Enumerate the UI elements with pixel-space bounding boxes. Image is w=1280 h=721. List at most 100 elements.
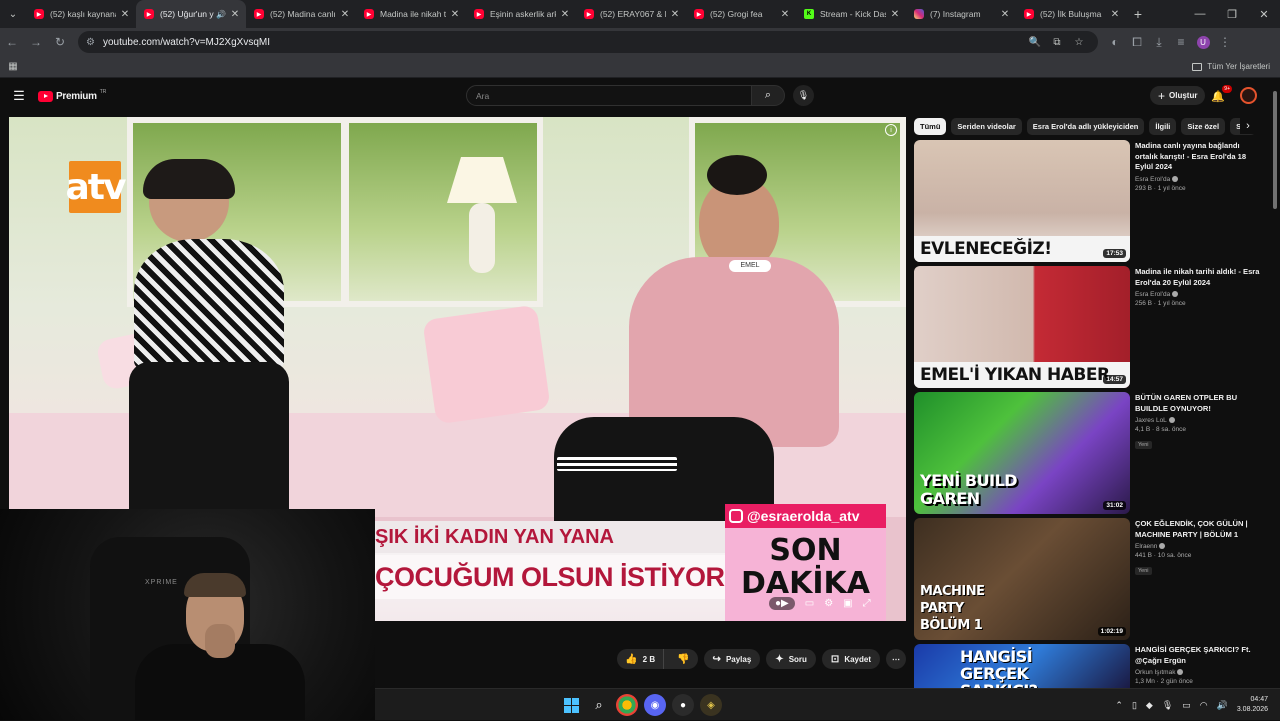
battery-icon[interactable]: ▯ <box>1132 700 1137 711</box>
tray-chevron-up-icon[interactable]: ⌃ <box>1115 700 1123 711</box>
bookmark-star-icon[interactable]: ☆ <box>1068 37 1090 48</box>
close-window-icon[interactable]: ✕ <box>1248 8 1280 21</box>
video-thumbnail[interactable]: YENİ BUILD GAREN 31:02 <box>914 392 1130 514</box>
browser-tab[interactable]: ▶ (52) Madina canlı ✕ <box>246 0 356 28</box>
channel-row[interactable]: Jaxres LoL <box>1135 417 1260 424</box>
close-tab-icon[interactable]: ✕ <box>230 9 240 20</box>
taskbar-clock[interactable]: 04:47 3.08.2026 <box>1237 695 1268 715</box>
extension-icon[interactable]: ◐ <box>1104 30 1126 54</box>
recommended-video[interactable]: EVLENECEĞİZ! 17:53 Madina canlı yayına b… <box>914 140 1260 262</box>
install-app-icon[interactable]: ⧉ <box>1046 37 1068 48</box>
recommended-video[interactable]: YENİ BUILD GAREN 31:02 BÜTÜN GAREN OTPLE… <box>914 392 1260 514</box>
miniplayer-icon[interactable]: ▣ <box>843 598 852 609</box>
extensions-puzzle-icon[interactable]: ⧠ <box>1126 30 1148 54</box>
video-title[interactable]: BÜTÜN GAREN OTPLER BU BUILDLE OYNUYOR! <box>1135 393 1260 414</box>
browser-tab[interactable]: ▶ (52) ERAY067 & M ✕ <box>576 0 686 28</box>
chevron-right-icon[interactable]: › <box>1240 117 1256 134</box>
search-input[interactable] <box>476 90 751 101</box>
restore-icon[interactable]: ❐ <box>1216 8 1248 21</box>
video-thumbnail[interactable]: MACHINE PARTY BÖLÜM 1 1:02:19 <box>914 518 1130 640</box>
video-title[interactable]: ÇOK EĞLENDİK, ÇOK GÜLÜN | MACHINE PARTY … <box>1135 519 1260 540</box>
all-bookmarks[interactable]: Tüm Yer İşaretleri <box>1192 62 1270 71</box>
channel-row[interactable]: Orkun Işıtmak <box>1135 669 1260 676</box>
ask-button[interactable]: ✦ Soru <box>766 649 816 669</box>
microphone-icon[interactable]: 🎙 <box>1162 700 1173 711</box>
fullscreen-icon[interactable]: ⤢ <box>863 598 871 609</box>
video-thumbnail[interactable]: EVLENECEĞİZ! 17:53 <box>914 140 1130 262</box>
recommended-video[interactable]: MACHINE PARTY BÖLÜM 1 1:02:19 ÇOK EĞLEND… <box>914 518 1260 640</box>
youtube-premium-logo[interactable]: Premium TR <box>38 89 106 102</box>
browser-tab[interactable]: ▶ Madina ile nikah t ✕ <box>356 0 466 28</box>
browser-tab[interactable]: ▶ (52) kaşlı kaynana ✕ <box>26 0 136 28</box>
browser-tab-active[interactable]: ▶ (52) Uğur'un y 🔊 ✕ <box>136 0 246 28</box>
chip-series[interactable]: Seriden videolar <box>951 117 1022 135</box>
search-box[interactable] <box>466 85 752 106</box>
search-button[interactable]: ⌕ <box>751 85 785 106</box>
reload-icon[interactable]: ↻ <box>48 30 72 54</box>
new-tab-plus-icon[interactable]: + <box>1126 6 1150 22</box>
video-title[interactable]: HANGİSİ GERÇEK ŞARKICI? Ft. @Çağrı Ergün <box>1135 645 1260 666</box>
profile-avatar[interactable]: U <box>1192 30 1214 54</box>
recommended-video[interactable]: EMEL'İ YIKAN HABER 14:57 Madina ile nika… <box>914 266 1260 388</box>
site-settings-icon[interactable]: ⚙ <box>86 37 95 48</box>
video-title[interactable]: Madina canlı yayına bağlandı ortalık kar… <box>1135 141 1260 173</box>
autoplay-toggle-icon[interactable]: ●▶ <box>769 597 795 610</box>
more-actions-icon[interactable]: ⋯ <box>886 649 906 669</box>
chip-for-you[interactable]: Size özel <box>1181 117 1226 135</box>
close-tab-icon[interactable]: ✕ <box>670 9 680 20</box>
downloads-icon[interactable]: ⤓ <box>1148 30 1170 54</box>
wifi-icon[interactable]: ◠ <box>1200 700 1208 711</box>
close-tab-icon[interactable]: ✕ <box>340 9 350 20</box>
close-tab-icon[interactable]: ✕ <box>120 9 130 20</box>
close-tab-icon[interactable]: ✕ <box>1000 9 1010 20</box>
minimize-icon[interactable]: — <box>1184 8 1216 21</box>
close-tab-icon[interactable]: ✕ <box>780 9 790 20</box>
voice-search-mic-icon[interactable]: 🎙 <box>793 85 814 106</box>
account-avatar[interactable] <box>1240 87 1257 104</box>
channel-row[interactable]: Elraenn <box>1135 543 1260 550</box>
share-button[interactable]: ↪ Paylaş <box>703 649 761 669</box>
browser-menu-icon[interactable]: ⋮ <box>1214 30 1236 54</box>
close-tab-icon[interactable]: ✕ <box>560 9 570 20</box>
browser-tab[interactable]: ▶ (52) İlk Buluşma ✕ <box>1016 0 1126 28</box>
chrome-icon[interactable] <box>616 694 638 716</box>
search-icon[interactable]: ⌕ <box>588 694 610 716</box>
audio-playing-icon[interactable]: 🔊 <box>216 10 226 19</box>
display-icon[interactable]: ▭ <box>1182 700 1191 711</box>
discord-icon[interactable]: ◉ <box>644 694 666 716</box>
channel-row[interactable]: Esra Erol'da <box>1135 291 1260 298</box>
browser-tab[interactable]: (7) Instagram ✕ <box>906 0 1016 28</box>
reading-list-icon[interactable]: ≡ <box>1170 30 1192 54</box>
chip-uploader[interactable]: Esra Erol'da adlı yükleyiciden <box>1026 117 1145 135</box>
forward-arrow-icon[interactable]: → <box>24 30 48 54</box>
notifications-bell-icon[interactable]: 🔔 9+ <box>1208 85 1232 105</box>
chip-related[interactable]: İlgili <box>1149 117 1177 135</box>
like-button[interactable]: 👍 2 B <box>617 649 665 669</box>
close-tab-icon[interactable]: ✕ <box>1110 9 1120 20</box>
dislike-button[interactable]: 👎 <box>669 649 697 669</box>
save-button[interactable]: ⊡ Kaydet <box>821 649 880 669</box>
chip-all[interactable]: Tümü <box>914 117 947 135</box>
video-thumbnail[interactable]: HANGİSİ GERÇEK ŞARKICI? <box>914 644 1130 688</box>
info-icon[interactable]: i <box>885 124 897 136</box>
tray-app-icon[interactable]: ◆ <box>1146 700 1153 711</box>
start-button[interactable] <box>560 694 582 716</box>
create-button[interactable]: + Oluştur <box>1150 86 1206 105</box>
browser-tab[interactable]: K Stream - Kick Das ✕ <box>796 0 906 28</box>
settings-gear-icon[interactable]: ⚙ <box>824 598 833 609</box>
browser-tab[interactable]: ▶ Eşinin askerlik ark ✕ <box>466 0 576 28</box>
url-text[interactable]: youtube.com/watch?v=MJ2XgXvsqMI <box>103 37 1024 48</box>
scrollbar-thumb[interactable] <box>1273 91 1277 209</box>
volume-icon[interactable]: 🔊 <box>1217 700 1228 711</box>
browser-tab[interactable]: ▶ (52) Grogi fea ✕ <box>686 0 796 28</box>
tab-search-chevron-icon[interactable]: ⌄ <box>0 0 26 28</box>
recommended-video[interactable]: HANGİSİ GERÇEK ŞARKICI? HANGİSİ GERÇEK Ş… <box>914 644 1260 688</box>
channel-row[interactable]: Esra Erol'da <box>1135 176 1260 183</box>
app-icon[interactable]: ◈ <box>700 694 722 716</box>
zoom-icon[interactable]: 🔍 <box>1024 37 1046 48</box>
subtitles-icon[interactable]: ▭ <box>805 598 814 609</box>
video-title[interactable]: Madina ile nikah tarihi aldık! - Esra Er… <box>1135 267 1260 288</box>
obs-icon[interactable]: ● <box>672 694 694 716</box>
close-tab-icon[interactable]: ✕ <box>890 9 900 20</box>
apps-grid-icon[interactable]: ▦ <box>0 61 26 72</box>
